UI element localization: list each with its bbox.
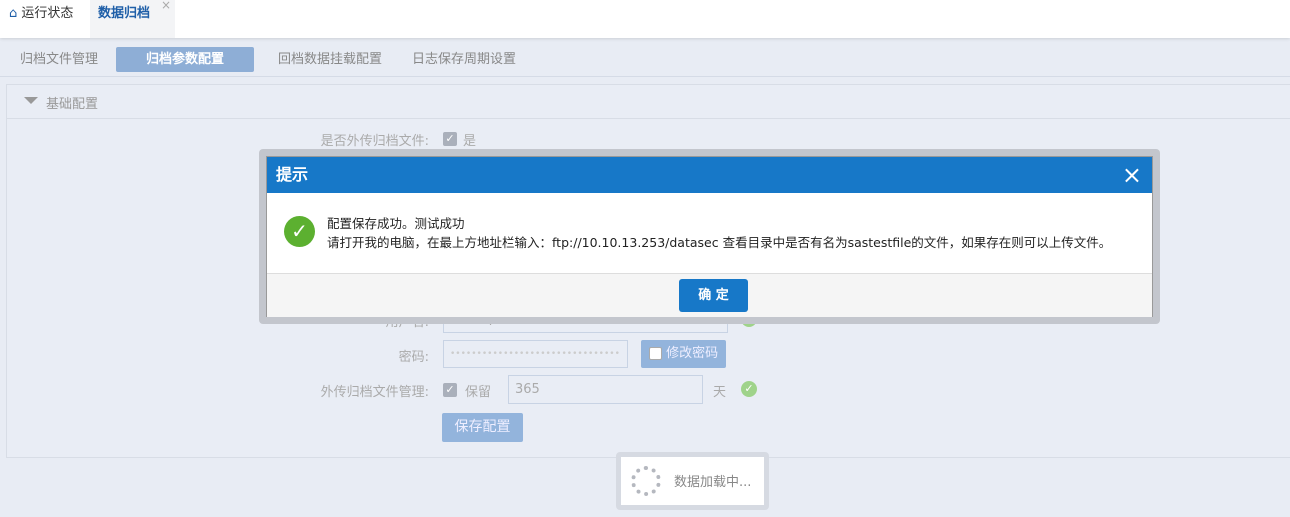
upload-label: 是否外传归档文件: [320, 134, 429, 149]
collapse-triangle-icon[interactable] [24, 97, 38, 104]
subtab-restore-mount[interactable]: 回档数据挂载配置 [268, 47, 392, 72]
subtab-log-retention[interactable]: 日志保存周期设置 [402, 47, 526, 72]
alert-dialog: 提示 × ✓ 配置保存成功。测试成功 请打开我的电脑，在最上方地址栏输入：ftp… [266, 156, 1153, 317]
retain-label: 保留 [465, 385, 492, 400]
spinner-icon [631, 466, 661, 496]
dialog-title-bar: 提示 × [267, 157, 1152, 193]
manage-label: 外传归档文件管理: [320, 385, 429, 400]
dialog-footer: 确 定 [267, 273, 1152, 317]
panel-title: 基础配置 [46, 97, 99, 112]
upload-value: 是 [463, 134, 477, 149]
subtab-archive-files[interactable]: 归档文件管理 [10, 47, 108, 72]
modify-password-checkbox[interactable] [648, 347, 662, 360]
modify-password-button[interactable]: 修改密码 [641, 340, 726, 368]
panel-header[interactable]: 基础配置 [7, 85, 1290, 119]
success-check-icon: ✓ [284, 216, 315, 247]
tab-data-archive[interactable]: 数据归档 × [90, 0, 175, 38]
password-label: 密码: [398, 350, 429, 365]
close-dialog-icon[interactable]: × [1122, 157, 1142, 193]
modify-password-label: 修改密码 [666, 346, 719, 361]
top-tab-bar: ⌂ 运行状态 数据归档 × [0, 0, 1290, 38]
loading-indicator: 数据加载中... [616, 452, 769, 510]
upload-checkbox[interactable]: ✓ [443, 132, 457, 146]
close-tab-icon[interactable]: × [161, 0, 171, 19]
retain-days-input[interactable]: 365 [508, 375, 703, 404]
password-input[interactable]: •••••••••••••••••••••••••••••••• [443, 340, 628, 368]
subtab-archive-params[interactable]: 归档参数配置 [116, 47, 254, 72]
dialog-message-line1: 配置保存成功。测试成功 [327, 216, 465, 231]
tab-run-status[interactable]: ⌂ 运行状态 [0, 0, 88, 38]
ok-button[interactable]: 确 定 [679, 279, 748, 312]
loading-text: 数据加载中... [674, 475, 752, 490]
sub-navigation: 归档文件管理 归档参数配置 回档数据挂载配置 日志保存周期设置 [0, 40, 1290, 77]
retain-checkbox[interactable]: ✓ [443, 383, 457, 397]
save-config-button[interactable]: 保存配置 [442, 413, 523, 442]
dialog-message-line2: 请打开我的电脑，在最上方地址栏输入：ftp://10.10.13.253/dat… [327, 235, 1112, 250]
tab-label: 数据归档 [98, 6, 151, 21]
tab-label: 运行状态 [21, 6, 74, 21]
home-icon: ⌂ [9, 6, 18, 21]
dialog-title: 提示 [276, 165, 309, 184]
valid-check-icon: ✓ [741, 381, 757, 397]
days-unit: 天 [713, 385, 727, 400]
